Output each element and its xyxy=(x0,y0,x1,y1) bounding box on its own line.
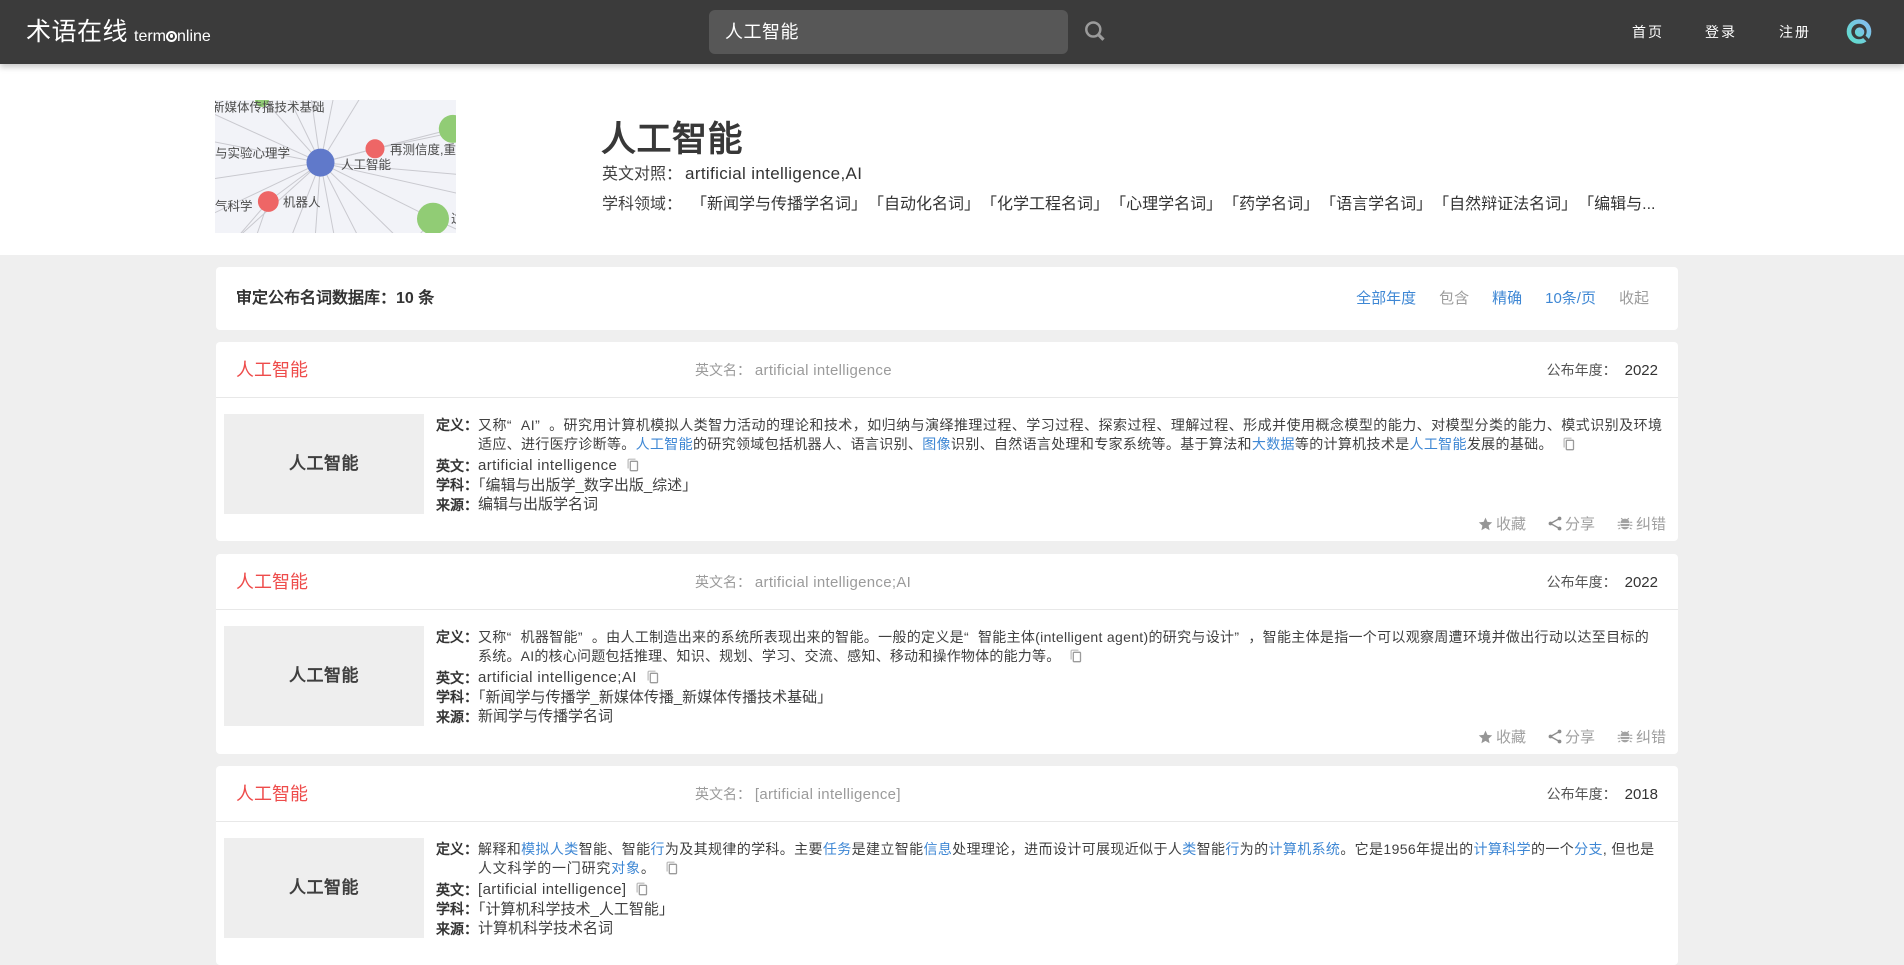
svg-text:新媒体传播技术基础: 新媒体传播技术基础 xyxy=(215,100,325,115)
svg-text:气科学: 气科学 xyxy=(215,199,253,214)
svg-text:机器人: 机器人 xyxy=(283,196,321,210)
svg-text:再测信度,重测: 再测信度,重测 xyxy=(390,142,456,157)
svg-text:过: 过 xyxy=(451,212,456,226)
svg-text:与实验心理学: 与实验心理学 xyxy=(215,146,290,161)
svg-text:人工智能: 人工智能 xyxy=(341,157,392,172)
